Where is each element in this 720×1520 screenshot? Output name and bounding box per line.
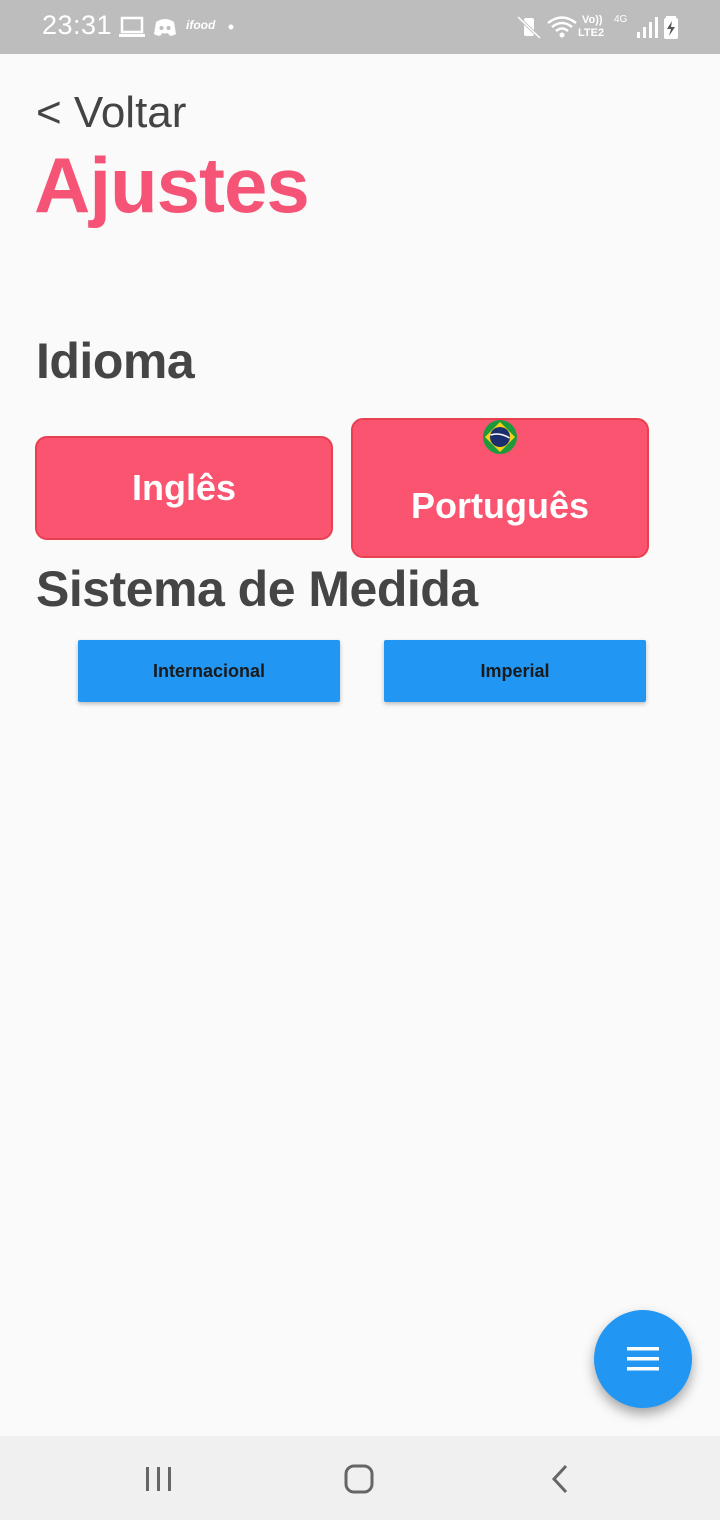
back-icon: [551, 1464, 568, 1494]
measurement-heading: Sistema de Medida: [36, 561, 478, 617]
status-time: 23:31: [42, 10, 113, 40]
battery-charging-icon: [664, 16, 678, 39]
navigation-bar: [0, 1436, 720, 1520]
mute-vibrate-icon: [516, 15, 542, 40]
international-button[interactable]: Internacional: [78, 640, 340, 702]
laptop-icon: [119, 16, 145, 37]
english-button-label: Inglês: [131, 467, 237, 508]
international-button-label: Internacional: [152, 661, 266, 681]
home-button[interactable]: [329, 1454, 389, 1504]
lte-label: LTE2: [578, 27, 605, 39]
english-button[interactable]: Inglês: [35, 436, 333, 540]
signal-icon: [637, 17, 658, 38]
menu-icon: [627, 1347, 659, 1371]
language-heading: Idioma: [36, 333, 195, 389]
ifood-icon: ifood: [186, 18, 216, 32]
page-title: Ajustes: [34, 141, 310, 229]
recent-apps-button[interactable]: [128, 1454, 188, 1504]
volte-label: Vo)): [582, 14, 603, 26]
network-label: 4G: [614, 14, 628, 25]
menu-fab[interactable]: [594, 1310, 692, 1408]
wifi-icon: [547, 16, 577, 38]
portuguese-button-label: Português: [410, 485, 589, 526]
back-link[interactable]: < Voltar: [36, 88, 186, 138]
imperial-button[interactable]: Imperial: [384, 640, 646, 702]
discord-icon: [154, 19, 176, 36]
brazil-flag-icon: [483, 420, 517, 454]
portuguese-button[interactable]: Português: [351, 418, 649, 558]
dot-icon: [228, 24, 234, 30]
back-button[interactable]: [530, 1454, 590, 1504]
recent-apps-icon: [146, 1467, 171, 1491]
home-icon: [344, 1464, 374, 1494]
imperial-button-label: Imperial: [480, 661, 550, 681]
status-bar: 23:31 ifood Vo)) LTE2 4G: [0, 0, 720, 54]
